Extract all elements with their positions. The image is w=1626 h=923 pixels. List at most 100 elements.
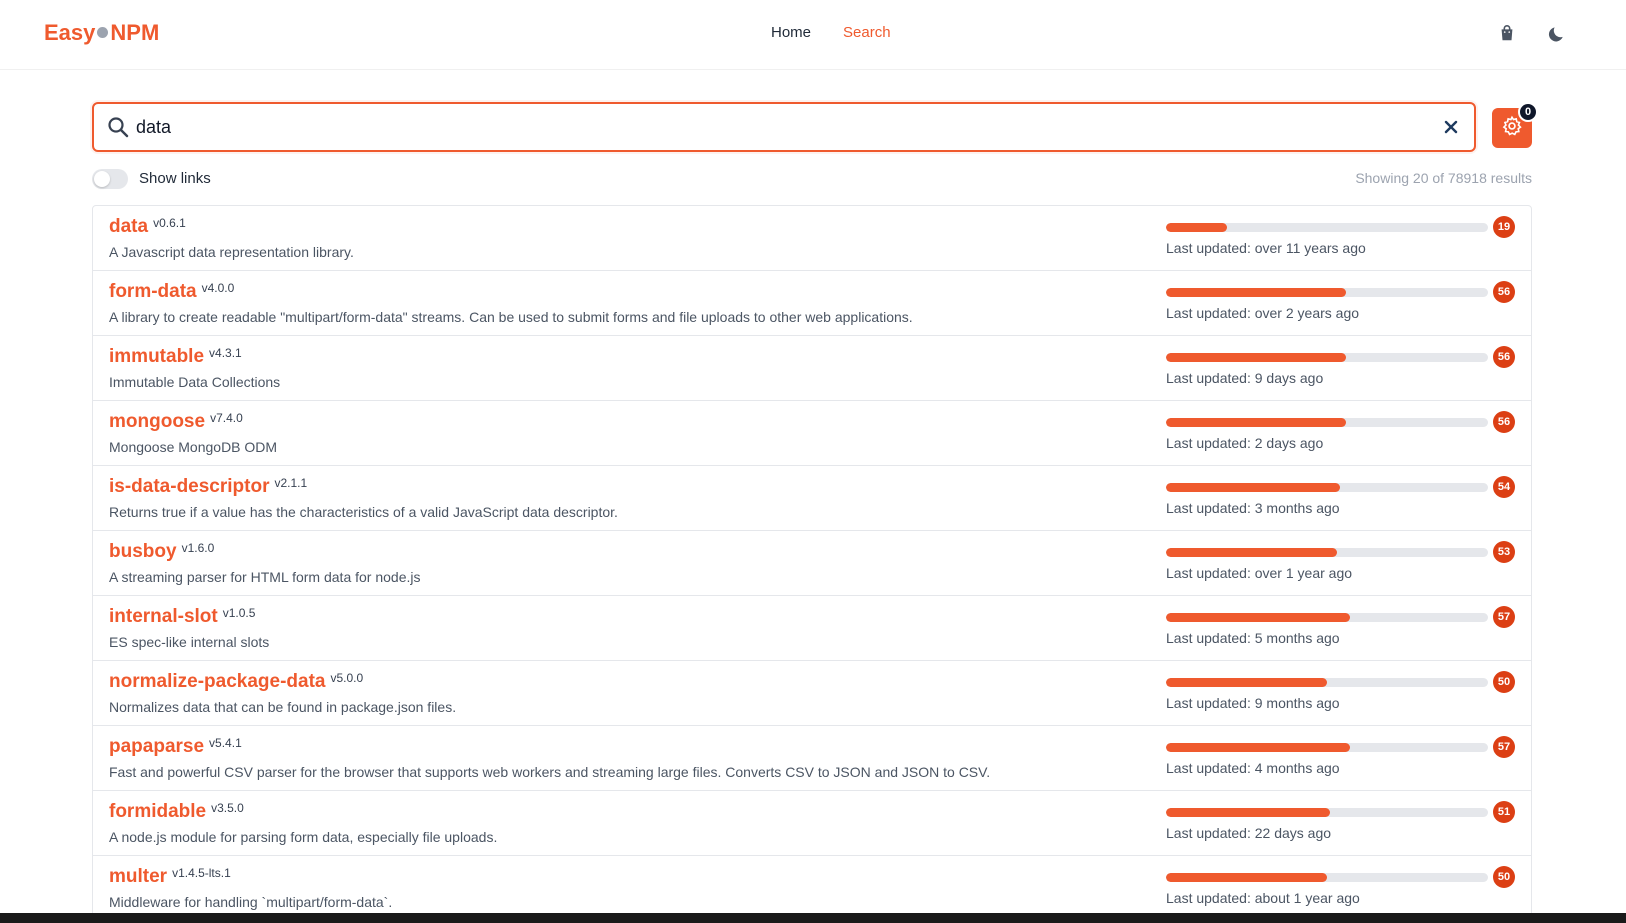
score-bar <box>1166 418 1488 427</box>
score-bar-fill <box>1166 353 1347 362</box>
score-badge: 51 <box>1493 801 1515 823</box>
package-title: form-data v4.0.0 <box>109 281 234 303</box>
last-updated: Last updated: 3 months ago <box>1166 500 1340 516</box>
package-name-link[interactable]: is-data-descriptor <box>109 476 269 498</box>
package-description: Mongoose MongoDB ODM <box>109 439 278 455</box>
package-title: mongoose v7.4.0 <box>109 411 243 433</box>
moon-icon[interactable] <box>1546 22 1568 44</box>
logo-text-right: NPM <box>110 20 160 45</box>
score-bar <box>1166 873 1488 882</box>
package-title: internal-slot v1.0.5 <box>109 606 255 628</box>
package-name-link[interactable]: multer <box>109 866 167 888</box>
logo-dot-icon <box>97 26 109 38</box>
package-version: v5.4.1 <box>209 736 242 750</box>
package-title: normalize-package-data v5.0.0 <box>109 671 363 693</box>
result-row: normalize-package-data v5.0.0 Normalizes… <box>93 661 1531 726</box>
package-version: v7.4.0 <box>210 411 243 425</box>
package-version: v0.6.1 <box>153 216 186 230</box>
package-version: v1.0.5 <box>222 606 256 620</box>
package-name-link[interactable]: internal-slot <box>109 606 218 628</box>
result-row: is-data-descriptor v2.1.1 Returns true i… <box>93 466 1531 531</box>
package-version: v1.4.5-lts.1 <box>172 866 231 880</box>
search-input[interactable] <box>136 113 1416 141</box>
score-badge: 57 <box>1493 736 1515 758</box>
last-updated: Last updated: 5 months ago <box>1166 630 1340 646</box>
package-title: multer v1.4.5-lts.1 <box>109 866 231 888</box>
package-description: A Javascript data representation library… <box>109 244 354 260</box>
package-title: immutable v4.3.1 <box>109 346 242 368</box>
package-description: Fast and powerful CSV parser for the bro… <box>109 764 991 780</box>
settings-count-badge: 0 <box>1518 102 1538 122</box>
package-title: busboy v1.6.0 <box>109 541 214 563</box>
package-description: A library to create readable "multipart/… <box>109 309 913 325</box>
package-name-link[interactable]: formidable <box>109 801 206 823</box>
package-title: data v0.6.1 <box>109 216 186 238</box>
score-badge: 50 <box>1493 671 1515 693</box>
score-bar-fill <box>1166 418 1347 427</box>
score-badge: 57 <box>1493 606 1515 628</box>
package-name-link[interactable]: papaparse <box>109 736 204 758</box>
nav-home-link[interactable]: Home <box>771 24 811 41</box>
score-bar <box>1166 483 1488 492</box>
package-title: is-data-descriptor v2.1.1 <box>109 476 307 498</box>
score-badge: 56 <box>1493 411 1515 433</box>
package-description: Returns true if a value has the characte… <box>109 504 618 520</box>
score-bar <box>1166 808 1488 817</box>
score-bar <box>1166 678 1488 687</box>
top-header: Easy NPM Home Search <box>0 0 1626 70</box>
last-updated: Last updated: 9 months ago <box>1166 695 1340 711</box>
score-badge: 54 <box>1493 476 1515 498</box>
package-description: A streaming parser for HTML form data fo… <box>109 569 421 585</box>
score-badge: 56 <box>1493 281 1515 303</box>
clear-search-icon[interactable] <box>1442 118 1460 136</box>
score-bar-fill <box>1166 483 1340 492</box>
package-name-link[interactable]: data <box>109 216 148 238</box>
package-name-link[interactable]: busboy <box>109 541 177 563</box>
score-bar-fill <box>1166 678 1327 687</box>
toggle-knob <box>94 171 110 187</box>
package-title: papaparse v5.4.1 <box>109 736 242 758</box>
main-nav: Home Search <box>771 24 891 41</box>
package-version: v3.5.0 <box>211 801 244 815</box>
result-row: formidable v3.5.0 A node.js module for p… <box>93 791 1531 856</box>
last-updated: Last updated: over 11 years ago <box>1166 240 1366 256</box>
score-bar <box>1166 613 1488 622</box>
package-description: ES spec-like internal slots <box>109 634 270 650</box>
score-bar-fill <box>1166 743 1350 752</box>
score-bar <box>1166 223 1488 232</box>
score-bar-fill <box>1166 223 1228 232</box>
package-name-link[interactable]: immutable <box>109 346 204 368</box>
score-bar-fill <box>1166 873 1327 882</box>
package-name-link[interactable]: mongoose <box>109 411 205 433</box>
score-bar-fill <box>1166 288 1347 297</box>
score-bar <box>1166 548 1488 557</box>
result-row: papaparse v5.4.1 Fast and powerful CSV p… <box>93 726 1531 791</box>
score-bar-fill <box>1166 548 1337 557</box>
result-row: form-data v4.0.0 A library to create rea… <box>93 271 1531 336</box>
package-version: v4.0.0 <box>201 281 235 295</box>
logo[interactable]: Easy NPM <box>44 20 159 46</box>
score-bar <box>1166 353 1488 362</box>
show-links-toggle[interactable] <box>92 169 128 189</box>
package-name-link[interactable]: normalize-package-data <box>109 671 325 693</box>
result-row: mongoose v7.4.0 Mongoose MongoDB ODM 56 … <box>93 401 1531 466</box>
package-name-link[interactable]: form-data <box>109 281 197 303</box>
last-updated: Last updated: 2 days ago <box>1166 435 1324 451</box>
nav-search-link[interactable]: Search <box>843 24 891 41</box>
gear-icon <box>1501 115 1523 141</box>
page: Easy NPM Home Search data 0 Show links S… <box>0 0 1626 923</box>
results-list: data v0.6.1 A Javascript data representa… <box>92 205 1532 923</box>
logo-text-left: Easy <box>44 20 96 45</box>
search-icon <box>106 115 130 139</box>
score-bar <box>1166 743 1488 752</box>
package-description: Normalizes data that can be found in pac… <box>109 699 457 715</box>
score-badge: 56 <box>1493 346 1515 368</box>
bag-icon[interactable] <box>1496 22 1518 44</box>
show-links-label: Show links <box>139 170 211 187</box>
package-version: v4.3.1 <box>209 346 242 360</box>
package-description: Immutable Data Collections <box>109 374 281 390</box>
score-bar <box>1166 288 1488 297</box>
package-version: v5.0.0 <box>330 671 364 685</box>
last-updated: Last updated: over 2 years ago <box>1166 305 1360 321</box>
package-description: Middleware for handling `multipart/form-… <box>109 894 393 910</box>
